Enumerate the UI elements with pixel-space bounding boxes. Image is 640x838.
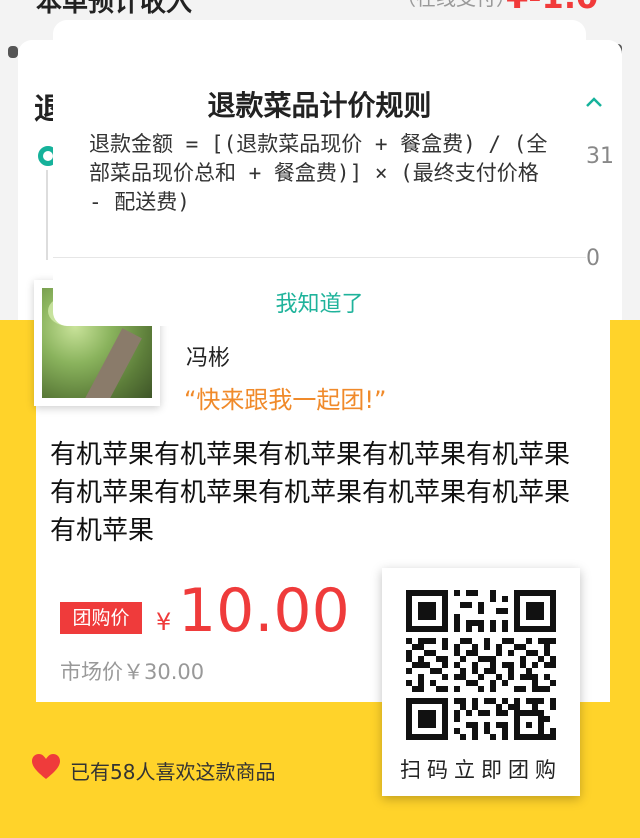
refund-formula-text: 退款金额 = [(退款菜品现价 + 餐盒费) / (全部菜品现价总和 + 餐盒费… [89,132,552,214]
estimated-income-value: ¥-1.0 [506,0,598,16]
group-price: 10.00 [178,576,350,646]
qr-code-card: 扫码立即团购 [382,568,580,796]
heart-icon [32,754,60,779]
got-it-button[interactable]: 我知道了 [53,286,586,318]
background-number: 0 [586,246,600,271]
estimated-income-label: 本单预计收入 [36,0,193,18]
dialog-title: 退款菜品计价规则 [207,89,432,122]
background-number: 31 [586,144,614,169]
likes-count-text: 已有58人喜欢这款商品 [70,760,276,784]
market-price: 市场价￥30.00 [60,660,205,684]
product-title: 有机苹果有机苹果有机苹果有机苹果有机苹果有机苹果有机苹果有机苹果有机苹果有机苹果… [50,440,571,546]
refund-rule-dialog: 退款菜品计价规则 退款金额 = [(退款菜品现价 + 餐盒费) / (全部菜品现… [53,20,586,326]
user-name: 冯彬 [186,346,231,371]
dialog-divider [53,257,586,258]
qr-caption: 扫码立即团购 [400,758,562,782]
timeline-line [46,170,48,260]
currency-symbol: ¥ [156,608,172,636]
chevron-up-icon[interactable] [584,92,604,112]
qr-code-icon [406,590,556,740]
payment-type-label: （在线支付） [396,0,516,11]
group-price-badge: 团购价 [60,602,142,634]
background-marker-left [8,46,18,58]
slogan: “快来跟我一起团!” [184,386,387,414]
